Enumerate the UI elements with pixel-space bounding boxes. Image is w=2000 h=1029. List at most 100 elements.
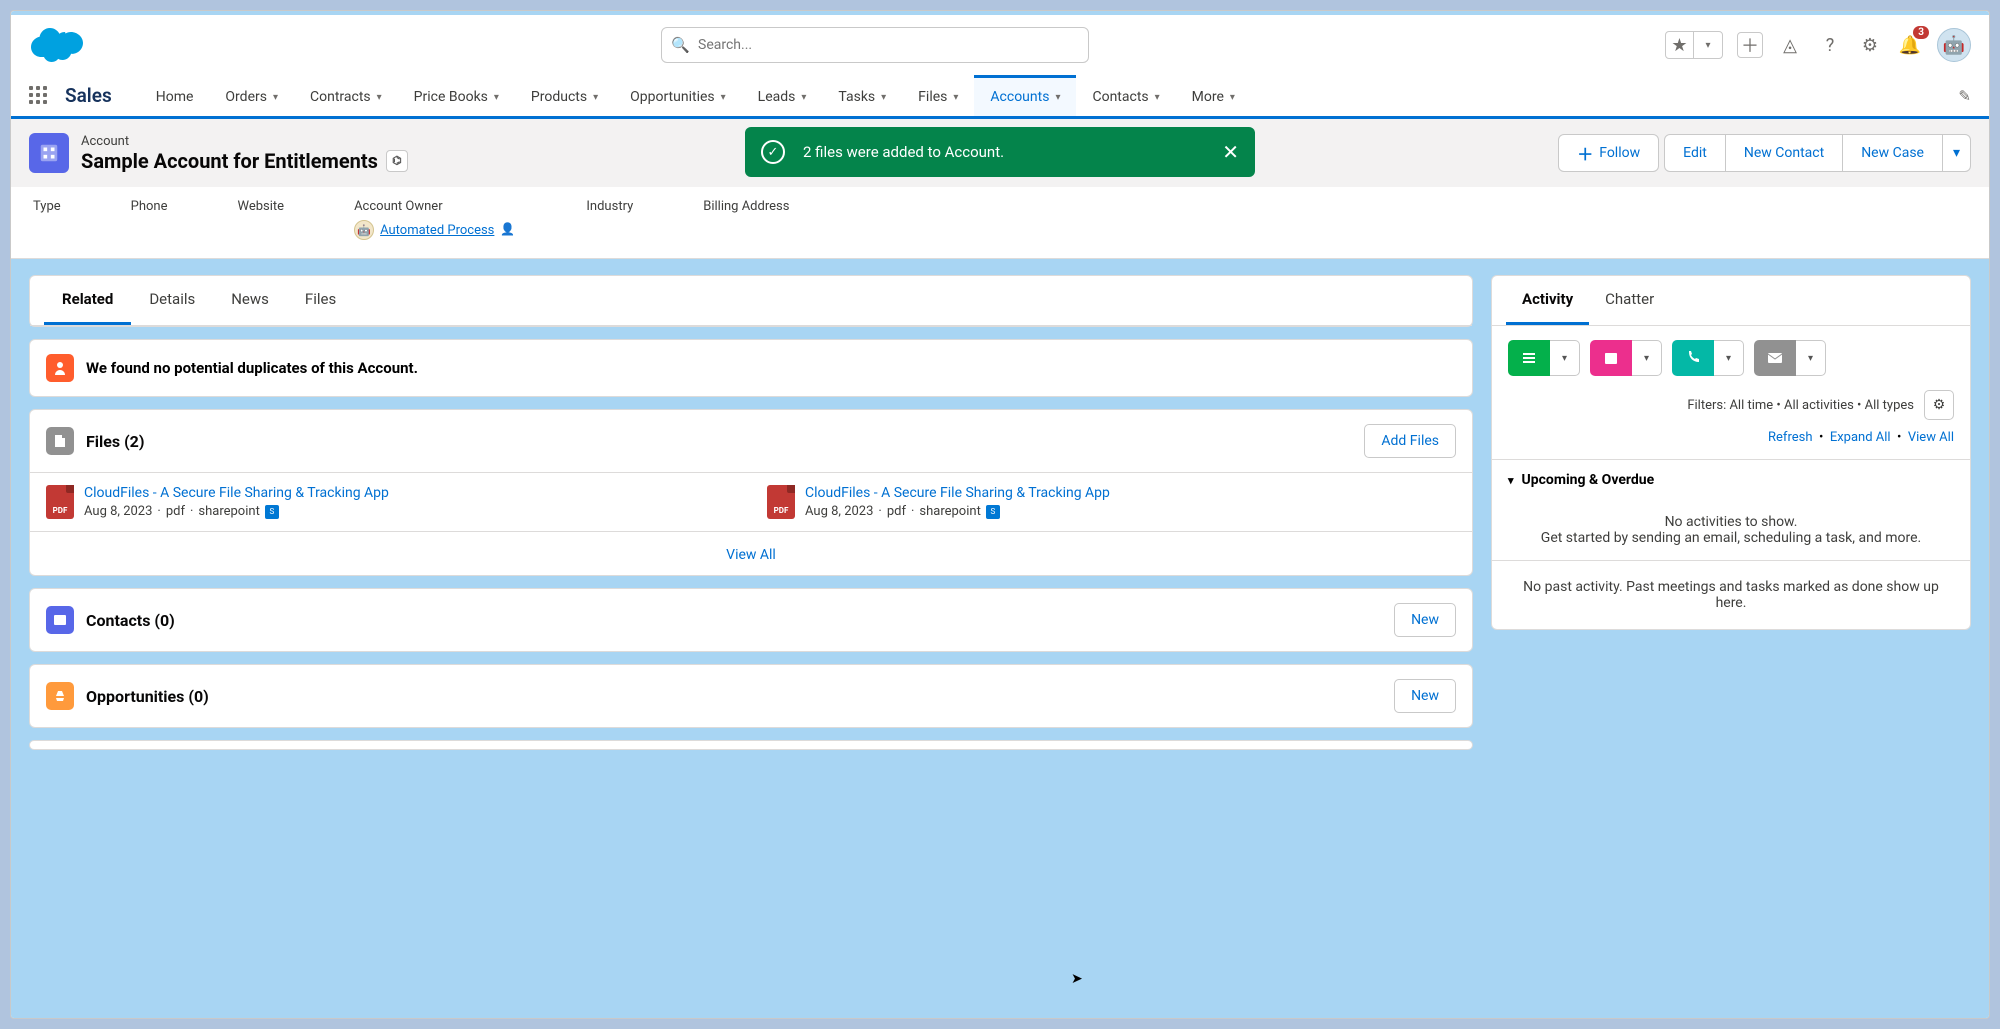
chevron-down-icon[interactable]: ▾	[1055, 92, 1060, 103]
app-nav: Sales Home Orders▾ Contracts▾ Price Book…	[11, 75, 1989, 119]
new-contact-button[interactable]: New Contact	[1725, 134, 1843, 172]
nav-contracts[interactable]: Contracts▾	[294, 75, 398, 116]
pdf-icon: PDF	[767, 485, 795, 519]
no-activities-text: No activities to show. Get started by se…	[1492, 500, 1970, 561]
upcoming-overdue-section[interactable]: ▾ Upcoming & Overdue	[1492, 459, 1970, 500]
view-all-files-link[interactable]: View All	[726, 547, 776, 563]
opportunities-card-title[interactable]: Opportunities (0)	[86, 687, 1394, 706]
favorites-dropdown-icon[interactable]: ▾	[1694, 32, 1722, 58]
file-item[interactable]: PDF CloudFiles - A Secure File Sharing &…	[30, 473, 751, 531]
files-card-title[interactable]: Files (2)	[86, 432, 1364, 451]
owner-avatar-icon: 🤖	[354, 220, 374, 240]
page-title: Sample Account for Entitlements	[81, 149, 378, 173]
email-button[interactable]	[1754, 340, 1796, 376]
edit-button[interactable]: Edit	[1664, 134, 1726, 172]
chevron-down-icon[interactable]: ▾	[273, 92, 278, 103]
file-name-link[interactable]: CloudFiles - A Secure File Sharing & Tra…	[805, 485, 1110, 501]
chevron-down-icon[interactable]: ▾	[494, 92, 499, 103]
avatar[interactable]: 🤖	[1937, 28, 1971, 62]
guidance-icon[interactable]: ◬	[1777, 32, 1803, 58]
toast-message: 2 files were added to Account.	[803, 143, 1004, 161]
file-item[interactable]: PDF CloudFiles - A Secure File Sharing &…	[751, 473, 1472, 531]
contacts-icon	[46, 606, 74, 634]
add-files-button[interactable]: Add Files	[1364, 424, 1456, 458]
global-actions-icon[interactable]: ＋	[1737, 32, 1763, 58]
success-toast: ✓ 2 files were added to Account. ✕	[745, 127, 1255, 177]
app-launcher-icon[interactable]	[29, 86, 49, 106]
chevron-down-icon[interactable]: ▾	[953, 92, 958, 103]
record-header: Account Sample Account for Entitlements …	[11, 119, 1989, 187]
duplicate-icon	[46, 354, 74, 382]
follow-button[interactable]: ＋Follow	[1558, 134, 1659, 172]
chevron-down-icon[interactable]: ▾	[1230, 92, 1235, 103]
field-billing-address: Billing Address	[703, 199, 789, 240]
nav-products[interactable]: Products▾	[515, 75, 614, 116]
notification-badge: 3	[1913, 26, 1929, 39]
chevron-down-icon[interactable]: ▾	[1155, 92, 1160, 103]
chevron-down-icon[interactable]: ▾	[721, 92, 726, 103]
nav-orders[interactable]: Orders▾	[209, 75, 294, 116]
owner-link[interactable]: Automated Process	[380, 223, 494, 238]
nav-accounts[interactable]: Accounts▾	[974, 75, 1076, 116]
close-icon[interactable]: ✕	[1222, 140, 1239, 164]
tab-details[interactable]: Details	[131, 276, 213, 325]
tab-news[interactable]: News	[213, 276, 287, 325]
chevron-down-icon[interactable]: ▾	[801, 92, 806, 103]
nav-tasks[interactable]: Tasks▾	[822, 75, 902, 116]
contacts-card-title[interactable]: Contacts (0)	[86, 611, 1394, 630]
change-owner-icon[interactable]: 👤	[500, 222, 516, 238]
nav-opportunities[interactable]: Opportunities▾	[614, 75, 742, 116]
nav-home[interactable]: Home	[140, 75, 210, 116]
field-industry: Industry	[586, 199, 633, 240]
success-check-icon: ✓	[761, 140, 785, 164]
nav-contacts[interactable]: Contacts▾	[1076, 75, 1175, 116]
sharepoint-icon: S	[986, 505, 1000, 519]
notifications-bell-icon[interactable]: 🔔3	[1897, 32, 1923, 58]
pdf-icon: PDF	[46, 485, 74, 519]
log-call-button[interactable]	[1672, 340, 1714, 376]
new-opportunity-button[interactable]: New	[1394, 679, 1456, 713]
files-icon	[46, 427, 74, 455]
duplicate-message: We found no potential duplicates of this…	[86, 359, 418, 377]
field-type: Type	[33, 199, 61, 240]
new-contact-card-button[interactable]: New	[1394, 603, 1456, 637]
tab-related[interactable]: Related	[44, 276, 131, 325]
tab-files[interactable]: Files	[287, 276, 354, 325]
chevron-down-icon[interactable]: ▾	[881, 92, 886, 103]
edit-nav-icon[interactable]: ✎	[1958, 87, 1971, 105]
search-input[interactable]	[661, 27, 1089, 63]
salesforce-logo[interactable]	[29, 25, 85, 65]
field-phone: Phone	[131, 199, 168, 240]
refresh-link[interactable]: Refresh	[1768, 430, 1812, 445]
file-name-link[interactable]: CloudFiles - A Secure File Sharing & Tra…	[84, 485, 389, 501]
setup-gear-icon[interactable]: ⚙	[1857, 32, 1883, 58]
nav-pricebooks[interactable]: Price Books▾	[398, 75, 515, 116]
new-event-button[interactable]	[1590, 340, 1632, 376]
hierarchy-button[interactable]: ⌬	[386, 150, 408, 172]
timeline-settings-icon[interactable]: ⚙	[1924, 390, 1954, 420]
chevron-down-icon[interactable]: ▾	[377, 92, 382, 103]
favorites-icon[interactable]: ★	[1666, 32, 1694, 58]
no-past-activity-text: No past activity. Past meetings and task…	[1492, 561, 1970, 629]
nav-files[interactable]: Files▾	[902, 75, 974, 116]
expand-all-link[interactable]: Expand All	[1830, 430, 1891, 445]
nav-leads[interactable]: Leads▾	[742, 75, 823, 116]
view-all-activity-link[interactable]: View All	[1908, 430, 1954, 445]
filter-text: Filters: All time • All activities • All…	[1687, 398, 1914, 413]
new-event-dropdown[interactable]: ▾	[1632, 340, 1662, 376]
nav-more[interactable]: More▾	[1176, 75, 1251, 116]
new-case-button[interactable]: New Case	[1842, 134, 1943, 172]
field-account-owner: Account Owner 🤖 Automated Process 👤	[354, 199, 516, 240]
log-call-dropdown[interactable]: ▾	[1714, 340, 1744, 376]
more-actions-button[interactable]: ▾	[1942, 134, 1971, 172]
field-website: Website	[238, 199, 285, 240]
tab-activity[interactable]: Activity	[1506, 276, 1589, 325]
tab-chatter[interactable]: Chatter	[1589, 276, 1670, 325]
sharepoint-icon: S	[265, 505, 279, 519]
new-task-button[interactable]	[1508, 340, 1550, 376]
email-dropdown[interactable]: ▾	[1796, 340, 1826, 376]
help-icon[interactable]: ?	[1817, 32, 1843, 58]
chevron-down-icon: ▾	[1508, 474, 1514, 487]
new-task-dropdown[interactable]: ▾	[1550, 340, 1580, 376]
chevron-down-icon[interactable]: ▾	[593, 92, 598, 103]
